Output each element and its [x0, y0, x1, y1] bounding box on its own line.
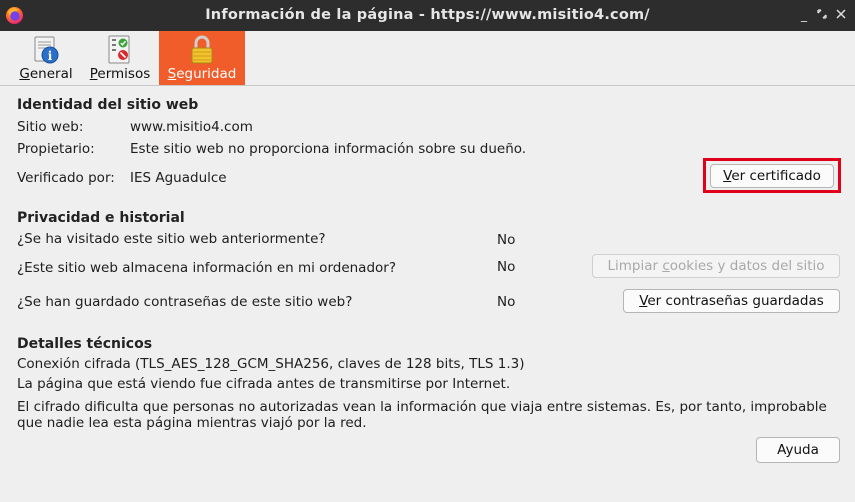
visited-answer: No [497, 232, 516, 248]
close-icon [836, 9, 846, 19]
verified-by-label: Verificado por: [17, 170, 115, 186]
padlock-icon [191, 35, 213, 64]
view-certificate-label: er certificado [731, 168, 821, 184]
identity-heading: Identidad del sitio web [17, 97, 199, 113]
stores-data-answer: No [497, 259, 516, 275]
passwords-answer: No [497, 294, 516, 310]
stores-data-question: ¿Este sitio web almacena información en … [17, 260, 397, 276]
privacy-heading: Privacidad e historial [17, 210, 185, 226]
maximize-button[interactable] [814, 7, 830, 23]
owner-label: Propietario: [17, 141, 95, 157]
clear-cookies-pre: Limpiar [607, 258, 663, 274]
view-passwords-button[interactable]: Ver contraseñas guardadas [623, 289, 840, 313]
website-label: Sitio web: [17, 119, 84, 135]
owner-value: Este sitio web no proporciona informació… [130, 141, 527, 157]
tab-security-mnemonic: S [167, 66, 177, 82]
clear-cookies-button[interactable]: Limpiar cookies y datos del sitio [592, 254, 840, 278]
close-button[interactable] [833, 7, 849, 23]
website-value: www.misitio4.com [130, 119, 253, 135]
visited-question: ¿Se ha visitado este sitio web anteriorm… [17, 231, 326, 247]
connection-text: Conexión cifrada (TLS_AES_128_GCM_SHA256… [17, 356, 525, 372]
security-panel: Identidad del sitio web Sitio web: www.m… [0, 86, 855, 502]
window-title: Información de la página - https://www.m… [205, 7, 650, 23]
view-certificate-button[interactable]: Ver certificado [710, 164, 834, 188]
encrypted-text: La página que está viendo fue cifrada an… [17, 376, 511, 392]
svg-text:i: i [48, 49, 53, 63]
technical-heading: Detalles técnicos [17, 336, 153, 352]
tab-general-label: eneral [29, 66, 73, 82]
tab-bar: i General Permisos Seguridad [0, 31, 855, 86]
tab-security-label: eguridad [176, 66, 237, 82]
tab-permissions[interactable]: Permisos [86, 31, 154, 85]
encryption-explanation-1: El cifrado dificulta que personas no aut… [17, 399, 827, 415]
info-icon: i [34, 36, 59, 64]
view-passwords-label: er contraseñas guardadas [647, 293, 824, 309]
tab-general[interactable]: i General [14, 31, 78, 85]
tab-permissions-label: ermisos [97, 66, 151, 82]
clear-cookies-mnemonic: c [662, 258, 670, 274]
tab-security[interactable]: Seguridad [159, 31, 245, 85]
clear-cookies-post: ookies y datos del sitio [669, 258, 825, 274]
maximize-icon [817, 9, 827, 19]
window-titlebar: Información de la página - https://www.m… [0, 0, 855, 31]
verified-by-value: IES Aguadulce [130, 170, 227, 186]
tab-general-mnemonic: G [19, 66, 30, 82]
help-button[interactable]: Ayuda [756, 437, 840, 463]
passwords-question: ¿Se han guardado contraseñas de este sit… [17, 294, 353, 310]
minimize-button[interactable]: _ [796, 7, 812, 23]
encryption-explanation-2: que nadie lea esta página mientras viajó… [17, 415, 367, 431]
permissions-icon [108, 35, 130, 64]
